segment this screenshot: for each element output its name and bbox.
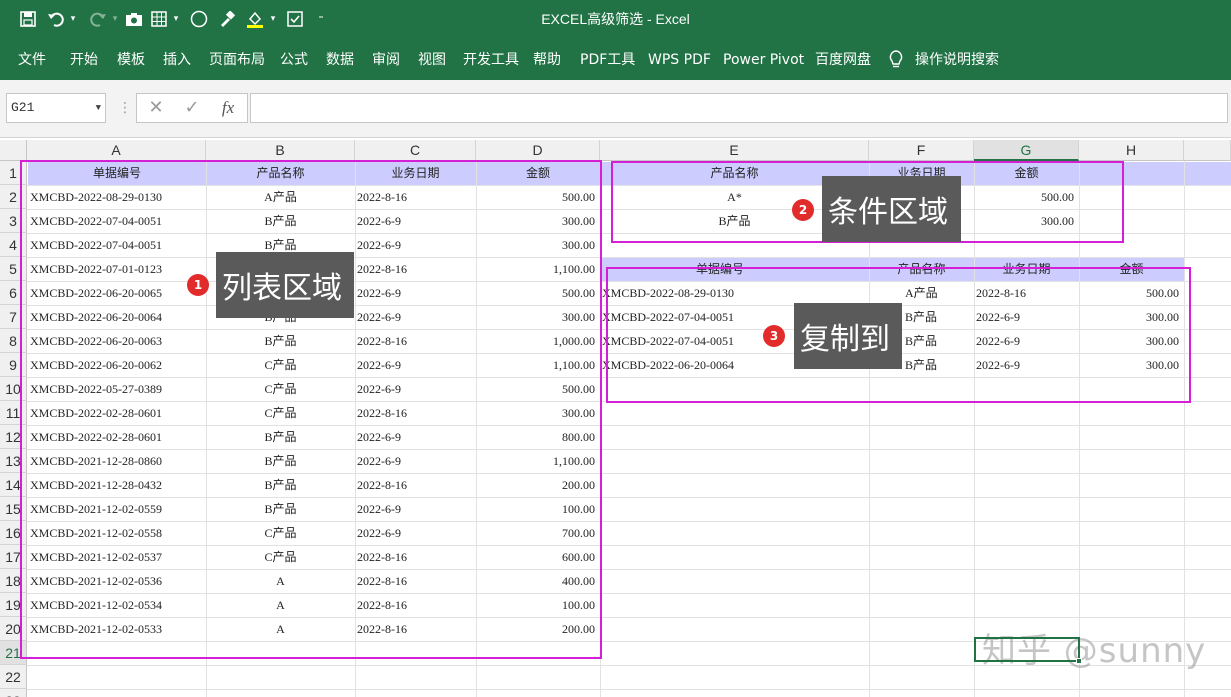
tab-help[interactable]: 帮助 xyxy=(533,40,561,80)
tab-formulas[interactable]: 公式 xyxy=(280,40,308,80)
tab-file[interactable]: 文件 xyxy=(18,40,46,80)
name-box-value: G21 xyxy=(11,100,35,115)
annotation-copy-to: 复制到 xyxy=(794,303,902,369)
enter-icon[interactable]: ✓ xyxy=(174,94,210,122)
row-header-23[interactable]: 23 xyxy=(0,689,27,697)
ribbon-tabs: 文件 开始 模板 插入 页面布局 公式 数据 审阅 视图 开发工具 帮助 PDF… xyxy=(0,40,1231,80)
annotation-label: 复制到 xyxy=(800,322,890,357)
tab-power-pivot[interactable]: Power Pivot xyxy=(723,40,804,80)
column-header-d[interactable]: D xyxy=(476,140,600,161)
tab-insert[interactable]: 插入 xyxy=(163,40,191,80)
annotation-list-area: 列表区域 xyxy=(216,252,354,318)
window-title: EXCEL高级筛选 - Excel xyxy=(541,11,690,27)
column-header-c[interactable]: C xyxy=(355,140,476,161)
column-header-h[interactable]: H xyxy=(1079,140,1184,161)
column-header-e[interactable]: E xyxy=(600,140,869,161)
tab-data[interactable]: 数据 xyxy=(326,40,354,80)
tab-developer[interactable]: 开发工具 xyxy=(463,40,519,80)
excel-window: ▾ ▾ ▾ ▾ ⁼ EXCEL高级筛选 - Excel 文件 开始 模板 插入 … xyxy=(0,0,1231,697)
title-bar: ▾ ▾ ▾ ▾ ⁼ EXCEL高级筛选 - Excel xyxy=(0,0,1231,40)
formula-bar: G21 ▼ ⋮ ✕ ✓ fx xyxy=(0,80,1231,138)
tab-baidu-netdisk[interactable]: 百度网盘 xyxy=(815,40,871,80)
annotation-label: 条件区域 xyxy=(828,195,948,230)
tab-templates[interactable]: 模板 xyxy=(117,40,145,80)
formula-bar-splitter[interactable]: ⋮ xyxy=(118,100,132,116)
annotation-label: 列表区域 xyxy=(222,271,342,306)
fill-handle[interactable] xyxy=(1076,658,1082,664)
name-box[interactable]: G21 ▼ xyxy=(6,93,106,123)
tab-review[interactable]: 审阅 xyxy=(372,40,400,80)
column-header-f[interactable]: F xyxy=(869,140,974,161)
tab-view[interactable]: 视图 xyxy=(418,40,446,80)
chevron-down-icon[interactable]: ▼ xyxy=(96,94,101,122)
column-header-g[interactable]: G xyxy=(974,140,1079,161)
tab-pdf-tools[interactable]: PDF工具 xyxy=(580,40,635,80)
tab-wps-pdf[interactable]: WPS PDF xyxy=(648,40,711,80)
cancel-icon[interactable]: ✕ xyxy=(138,94,174,122)
worksheet-grid[interactable]: A B C D E F G H 1 2 3 4 5 6 7 8 9 10 11 … xyxy=(0,138,1231,697)
column-header-a[interactable]: A xyxy=(27,140,206,161)
tab-page-layout[interactable]: 页面布局 xyxy=(209,40,265,80)
row-header-22[interactable]: 22 xyxy=(0,665,27,689)
active-cell-g21[interactable] xyxy=(974,637,1082,664)
list-area-highlight xyxy=(20,160,602,659)
select-all-button[interactable] xyxy=(0,140,27,161)
column-header-b[interactable]: B xyxy=(206,140,355,161)
annotation-number: 2 xyxy=(792,199,814,221)
annotation-number: 3 xyxy=(763,325,785,347)
insert-function-icon[interactable]: fx xyxy=(210,94,246,122)
lightbulb-icon[interactable] xyxy=(888,40,906,80)
formula-input[interactable] xyxy=(250,93,1228,123)
tab-home[interactable]: 开始 xyxy=(70,40,98,80)
annotation-criteria-area: 条件区域 xyxy=(822,176,961,242)
annotation-number: 1 xyxy=(187,274,209,296)
tell-me-search[interactable]: 操作说明搜索 xyxy=(915,40,999,80)
column-header-i[interactable] xyxy=(1184,140,1231,161)
